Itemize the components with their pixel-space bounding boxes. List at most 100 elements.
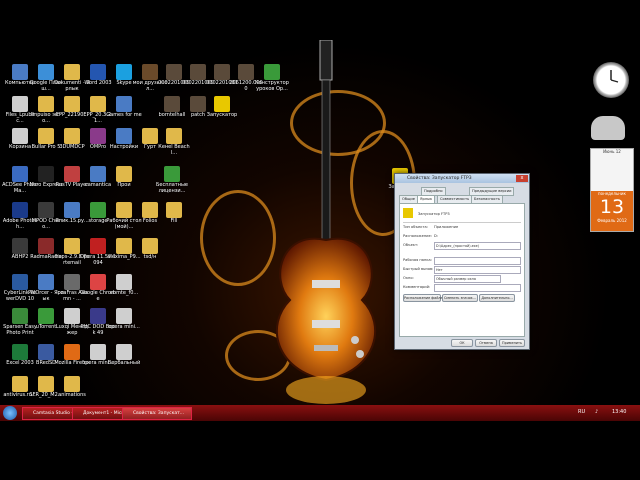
target-field[interactable]: D:\Адрес_(простой).exe) [434,242,521,250]
clock-gadget[interactable] [593,62,629,98]
app-icon [90,238,106,254]
apply-button[interactable]: Применить [499,339,525,347]
desktop[interactable]: Компьютер Google Планш... Dokumenti - Ярлы… [0,0,640,405]
app-icon [142,238,158,254]
app-icon [12,376,28,392]
app-icon [64,308,80,324]
object-type-label: Тип объекта: [403,225,428,229]
properties-dialog[interactable]: Свойства: Запускатор FTP3 x Общие Ярлык … [394,173,530,350]
app-icon [64,376,80,392]
desktop-icon[interactable]: opera mini... [106,308,142,336]
app-icon [116,202,132,218]
shortcut-key-field[interactable]: Нет [434,266,521,274]
desktop-icon[interactable]: ebmte_f0... [106,274,142,302]
app-icon [116,96,132,112]
taskbar-item-properties[interactable]: Свойства: Запускат... [122,407,192,420]
clock-time[interactable]: 13:40 [612,409,626,415]
app-icon [90,96,106,112]
app-icon [166,128,182,144]
desktop-icon-label: Fill [170,218,178,224]
desktop-icon-label: Games for me [106,112,142,118]
app-icon [90,166,106,182]
app-icon [38,166,54,182]
app-icon [64,96,80,112]
app-icon [12,166,28,182]
desktop-icon[interactable]: Games for me [106,96,142,124]
app-icon [116,238,132,254]
app-icon [12,274,28,290]
change-icon-button[interactable]: Сменить значок... [442,294,478,302]
app-icon [64,202,80,218]
location-value: D: [434,234,438,238]
app-icon [90,128,106,144]
comment-label: Комментарий: [403,285,431,289]
app-icon [264,64,280,80]
app-icon [90,344,106,360]
app-icon [64,344,80,360]
comment-field[interactable] [434,284,521,292]
app-icon [90,64,106,80]
calendar-month-label: Июнь 12 [603,149,621,154]
open-file-location-button[interactable]: Расположение файла [403,294,443,302]
desktop-icon[interactable]: Прои [106,166,142,194]
desktop-icon[interactable]: animations [54,376,90,404]
dialog-title: Свойства: Запускатор FTP3 [407,176,472,181]
app-icon [64,64,80,80]
cancel-button[interactable]: Отмена [475,339,497,347]
dialog-body: Запускатор FTP3 Тип объекта: Приложение … [399,203,525,337]
run-select[interactable]: Обычный размер окна [434,275,501,283]
app-icon [12,202,28,218]
app-icon [164,166,180,182]
desktop-icon[interactable]: Вербальный [106,344,142,372]
location-label: Расположение: [403,234,432,238]
desktop-icon[interactable]: Запускатор [204,96,240,124]
advanced-button[interactable]: Дополнительно... [479,294,515,302]
desktop-icon[interactable]: Конструктор уроков Ор... [254,64,290,92]
desktop-icon[interactable]: tsd/н [132,238,168,266]
tab-details[interactable]: Подробно [421,187,446,196]
desktop-icon[interactable]: Кенel Beachl... [156,128,192,156]
app-icon [90,308,106,324]
desktop-icon-label: Кенel Beachl... [158,144,190,156]
app-icon [90,274,106,290]
app-name: Запускатор FTP3 [418,212,450,216]
app-icon [12,96,28,112]
desktop-icon-label: Бесплатные лицензи... [156,182,188,194]
app-icon [116,64,132,80]
guitar-wallpaper [275,40,377,404]
start-in-field[interactable] [434,257,521,265]
desktop-icon[interactable]: Бесплатные лицензи... [154,166,190,194]
app-icon [12,128,28,144]
desktop-icon[interactable]: Fill [156,202,192,230]
ok-button[interactable]: ОК [451,339,473,347]
app-icon [64,274,80,290]
desktop-icon-label: tsd/н [143,254,157,260]
desktop-icon-label: Конструктор уроков Ор... [255,80,289,92]
app-icon [116,128,132,144]
close-button[interactable]: x [516,175,528,182]
app-icon [12,308,28,324]
app-icon [12,64,28,80]
app-icon [164,96,180,112]
run-label: Окно: [403,276,414,280]
dialog-titlebar[interactable]: Свойства: Запускатор FTP3 x [395,174,529,183]
cpu-meter-gadget[interactable] [591,116,625,140]
calendar-day-panel: понедельник 13 Февраль 2012 [591,191,633,231]
app-icon [166,202,182,218]
app-icon [90,202,106,218]
app-icon [12,238,28,254]
app-icon [238,64,254,80]
target-label: Объект: [403,243,419,247]
desktop-icon-label: Вербальный [107,360,141,366]
app-icon [38,202,54,218]
app-icon [214,96,230,112]
app-icon [38,64,54,80]
app-icon [38,344,54,360]
calendar-gadget[interactable]: Июнь 12 понедельник 13 Февраль 2012 [590,148,634,232]
start-button[interactable] [3,406,17,420]
language-indicator[interactable]: RU [578,409,585,415]
tab-previous-versions[interactable]: Предыдущие версии [469,187,515,196]
dialog-tabs: Общие Ярлык Совместимость Безопасность П… [399,185,525,204]
speaker-icon[interactable]: ♪ [595,409,598,415]
app-icon [38,128,54,144]
